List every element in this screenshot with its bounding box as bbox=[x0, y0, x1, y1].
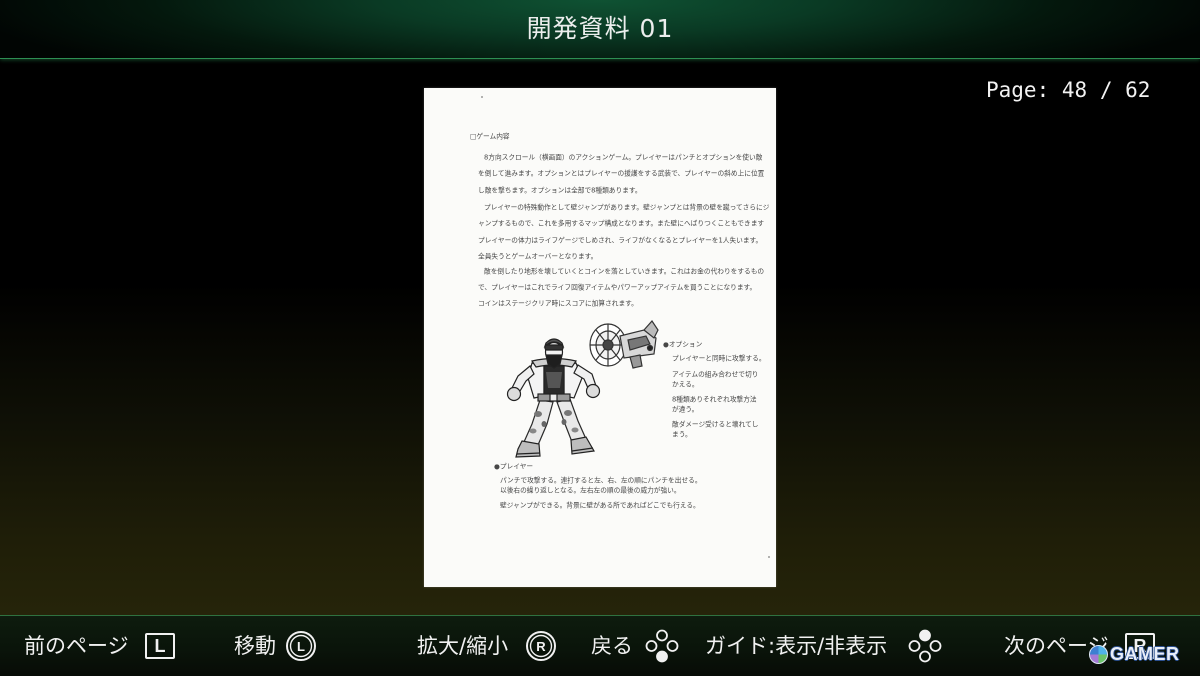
page-current: 48 bbox=[1061, 78, 1088, 102]
page-indicator: Page: 48 / 62 bbox=[986, 76, 1150, 104]
page-label: Page: bbox=[986, 78, 1050, 102]
move-hint[interactable]: 移動 L bbox=[234, 616, 318, 676]
option-title: ●オプション bbox=[663, 341, 703, 349]
option-line: が違う。 bbox=[672, 406, 699, 414]
header-bar: 開発資料 01 bbox=[0, 0, 1200, 59]
player-line: 以後右の繰り返しとなる。左右左の順の最後の威力が強い。 bbox=[500, 487, 681, 495]
zoom-hint[interactable]: 拡大/縮小 R bbox=[417, 616, 558, 676]
doc-line: を倒して進みます。オプションとはプレイヤーの援護をする武装で、プレイヤーの斜め上… bbox=[478, 170, 765, 178]
prev-page-hint[interactable]: 前のページ L bbox=[24, 616, 179, 676]
watermark-text: GAMER bbox=[1110, 644, 1180, 664]
face-buttons-b-icon bbox=[645, 629, 679, 663]
option-line: かえる。 bbox=[672, 381, 699, 389]
left-stick-icon: L bbox=[286, 631, 316, 661]
zoom-label: 拡大/縮小 bbox=[417, 634, 509, 658]
doc-line: 敵を倒したり地形を壊していくとコインを落としていきます。これはお金の代わりをする… bbox=[484, 268, 765, 276]
option-line: アイテムの組み合わせで切り bbox=[672, 371, 759, 379]
player-legs bbox=[523, 398, 587, 446]
option-line: 8種類ありそれぞれ攻撃方法 bbox=[672, 396, 757, 404]
player-line: 壁ジャンプができる。背景に壁がある所であればどこでも行える。 bbox=[500, 502, 700, 510]
player-title: ●プレイヤー bbox=[494, 463, 534, 471]
doc-line: 全員失うとゲームオーバーとなります。 bbox=[478, 253, 598, 261]
document-page[interactable]: □ゲーム内容 8方向スクロール（横画面）のアクションゲーム。プレイヤーはパンチと… bbox=[424, 88, 776, 587]
drone-body bbox=[619, 320, 659, 369]
move-label: 移動 bbox=[234, 634, 276, 658]
doc-line: プレイヤーの特殊動作として壁ジャンプがあります。壁ジャンプとは背景の壁を蹴ってさ… bbox=[484, 204, 770, 212]
l-button-icon: L bbox=[145, 633, 175, 659]
watermark-logo: GAMER bbox=[1089, 643, 1197, 667]
doc-heading: □ゲーム内容 bbox=[470, 133, 510, 141]
button-guide-bar: 前のページ L 移動 L 拡大/縮小 R 戻る ガイド:表示/非表示 次のページ… bbox=[0, 615, 1200, 676]
doc-line: で、プレイヤーはこれでライフ回復アイテムやパワーアップアイテムを買うことになりま… bbox=[478, 284, 757, 292]
player-character-sketch bbox=[506, 338, 601, 458]
watermark-icon bbox=[1089, 645, 1108, 664]
doc-line: プレイヤーの体力はライフゲージでしめされ、ライフがなくなるとプレイヤーを1人失い… bbox=[478, 237, 763, 245]
doc-line: ャンプするもので、これを多用するマップ構成となります。また壁にへばりつくこともで… bbox=[478, 220, 765, 228]
page-separator: / bbox=[1099, 78, 1113, 102]
right-stick-letter: R bbox=[536, 639, 546, 654]
player-line: パンチで攻撃する。連打すると左、右、左の順にパンチを出せる。 bbox=[500, 477, 702, 485]
doc-line: コインはステージクリア時にスコアに加算されます。 bbox=[478, 300, 638, 308]
guide-toggle-label: ガイド:表示/非表示 bbox=[705, 634, 888, 658]
left-stick-letter: L bbox=[297, 639, 305, 654]
player-head bbox=[543, 338, 565, 369]
back-label: 戻る bbox=[591, 634, 633, 658]
face-buttons-x-icon bbox=[908, 629, 942, 663]
back-hint[interactable]: 戻る bbox=[591, 616, 681, 676]
guide-toggle-hint[interactable]: ガイド:表示/非表示 bbox=[705, 616, 945, 676]
option-line: まう。 bbox=[672, 431, 692, 439]
right-stick-icon: R bbox=[526, 631, 556, 661]
prev-page-label: 前のページ bbox=[24, 634, 129, 658]
scan-speck bbox=[481, 96, 483, 98]
page-total: 62 bbox=[1125, 78, 1151, 102]
page-title: 開発資料 01 bbox=[526, 14, 674, 43]
doc-line: 8方向スクロール（横画面）のアクションゲーム。プレイヤーはパンチとオプションを使… bbox=[484, 154, 763, 162]
option-line: 敵ダメージ受けると壊れてし bbox=[672, 421, 759, 429]
doc-line: し敵を撃ちます。オプションは全部で8種類あります。 bbox=[478, 187, 642, 195]
scan-speck bbox=[768, 556, 770, 558]
option-line: プレイヤーと同時に攻撃する。 bbox=[672, 355, 766, 363]
